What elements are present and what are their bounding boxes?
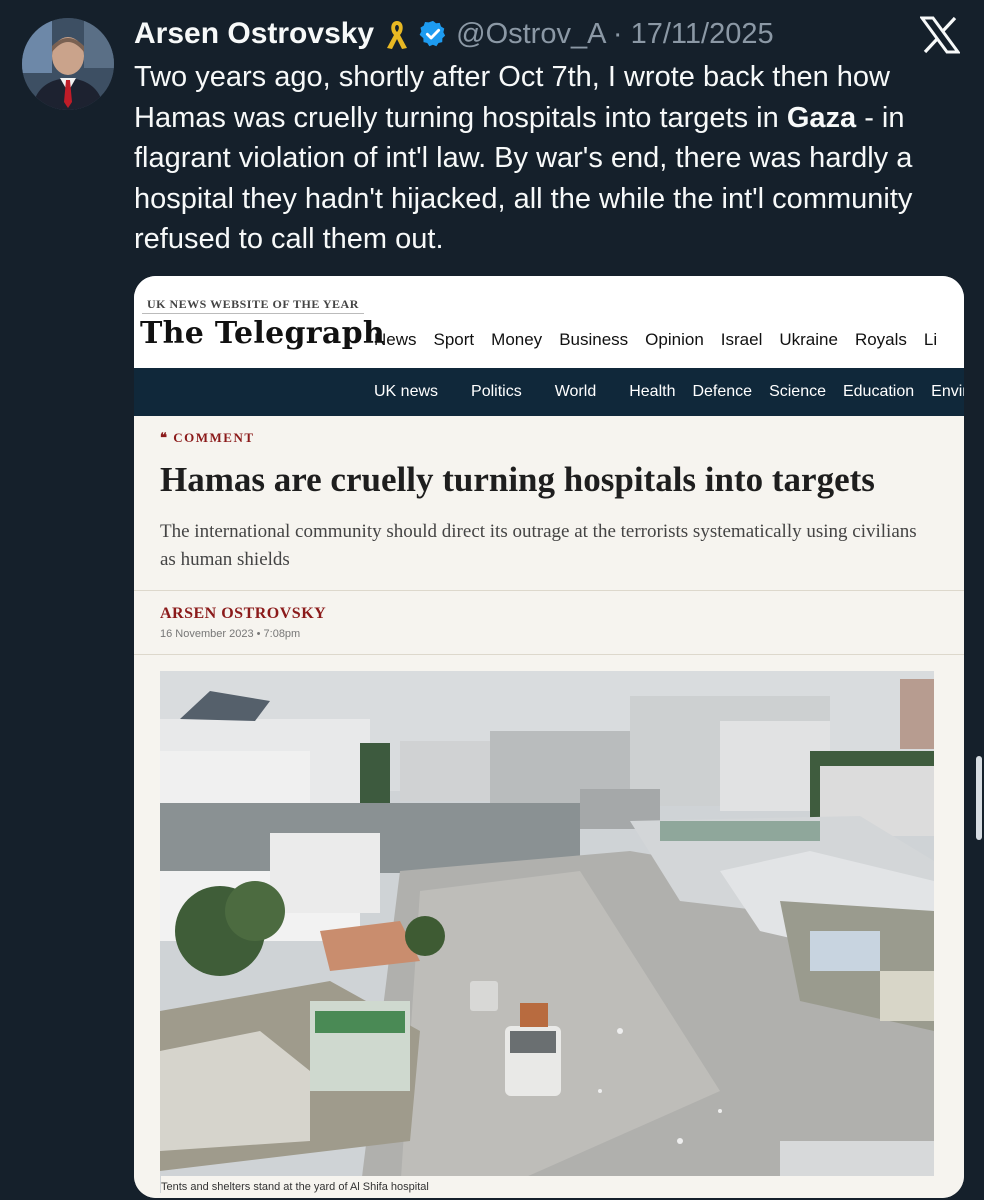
author-name[interactable]: Arsen Ostrovsky <box>134 17 374 51</box>
sub-nav: UK news Politics World Health Defence Sc… <box>374 383 964 401</box>
sub-nav-bar: UK news Politics World Health Defence Sc… <box>134 368 964 416</box>
telegraph-masthead: UK NEWS WEBSITE OF THE YEAR The Telegrap… <box>134 276 964 368</box>
article-screenshot[interactable]: UK NEWS WEBSITE OF THE YEAR The Telegrap… <box>134 276 964 1198</box>
tweet-text-hashtag-gaza: Gaza <box>786 101 857 134</box>
top-nav-item: News <box>374 330 417 349</box>
divider <box>134 654 964 655</box>
divider <box>134 590 964 591</box>
sub-nav-item: Science <box>769 383 826 400</box>
top-nav-item: Sport <box>433 330 475 349</box>
tweet-text: Two years ago, shortly after Oct 7th, I … <box>134 57 964 260</box>
sub-nav-item: Defence <box>692 383 753 400</box>
handle-and-date[interactable]: @Ostrov_A · 17/11/2025 <box>456 18 773 51</box>
article-byline: ARSEN OSTROVSKY <box>160 605 327 622</box>
sub-nav-item: UK news <box>374 383 439 400</box>
top-nav-item: Israel <box>720 330 763 349</box>
top-nav-item: Li <box>923 330 938 349</box>
top-nav-item: Royals <box>854 330 907 349</box>
comment-kicker: ❝ COMMENT <box>160 430 255 445</box>
scrollbar-thumb[interactable] <box>976 756 982 840</box>
tweet-header: Arsen Ostrovsky @Ostrov_A · 17/11/2025 <box>134 14 774 54</box>
sub-nav-item: Envir <box>931 383 964 400</box>
top-nav-item: Ukraine <box>779 330 838 349</box>
telegraph-logo: The Telegraph <box>140 316 386 351</box>
hospital-yard-photo <box>160 671 934 1193</box>
award-label: UK NEWS WEBSITE OF THE YEAR <box>142 296 364 314</box>
article-date: 16 November 2023 • 7:08pm <box>160 628 301 640</box>
avatar-photo <box>22 18 114 110</box>
sub-nav-item: Health <box>629 383 676 400</box>
sub-nav-item: World <box>554 383 597 400</box>
article-headline: Hamas are cruelly turning hospitals into… <box>160 460 875 499</box>
top-nav-item: Money <box>491 330 543 349</box>
sub-nav-item: Politics <box>471 383 522 400</box>
sub-nav-item: Education <box>842 383 915 400</box>
top-nav: News Sport Money Business Opinion Israel… <box>374 330 954 350</box>
tweet-text-part1: Two years ago, shortly after Oct 7th, I … <box>134 61 890 134</box>
yellow-ribbon-icon <box>387 21 408 49</box>
photo-caption: Tents and shelters stand at the yard of … <box>161 1176 935 1198</box>
article-photo <box>160 671 934 1193</box>
top-nav-item: Business <box>559 330 629 349</box>
x-logo-icon[interactable] <box>920 16 960 54</box>
top-nav-item: Opinion <box>645 330 704 349</box>
verified-badge-icon <box>419 20 446 47</box>
article-body: ❝ COMMENT Hamas are cruelly turning hosp… <box>134 416 964 1198</box>
avatar[interactable] <box>22 18 114 110</box>
article-standfirst: The international community should direc… <box>160 521 917 570</box>
